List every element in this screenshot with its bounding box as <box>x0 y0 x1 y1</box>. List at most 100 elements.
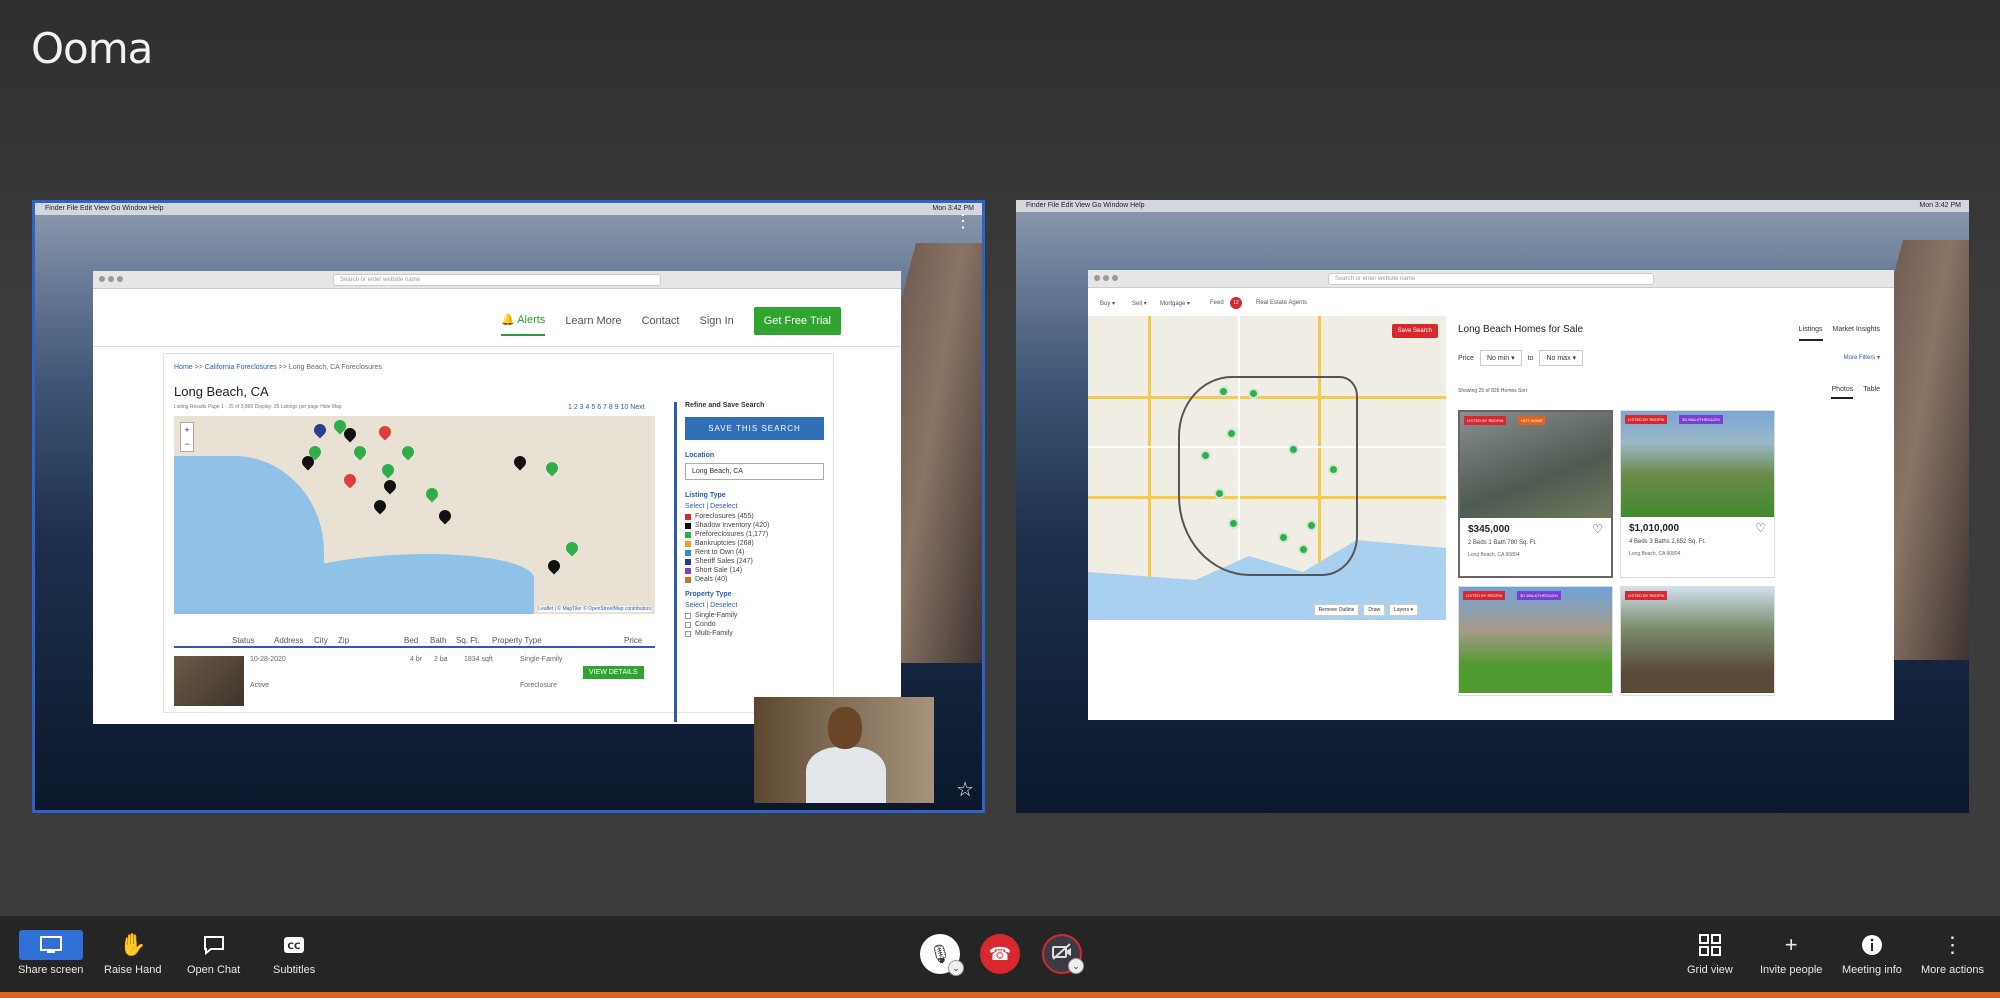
favorite-heart-icon[interactable]: ♡ <box>1755 521 1766 535</box>
checkbox-listing-type[interactable]: Short Sale (14) <box>685 567 824 574</box>
microphone-button[interactable]: 🎙 ⌄ <box>920 934 964 976</box>
open-chat-button[interactable]: Open Chat <box>187 930 240 976</box>
listings-map[interactable]: + − Leaflet | © MapTiler © OpenStreetMap… <box>174 416 655 614</box>
map-cluster[interactable] <box>1288 444 1299 455</box>
map-pin[interactable] <box>381 477 399 495</box>
checkbox-listing-type[interactable]: Sheriff Sales (247) <box>685 558 824 565</box>
checkbox-listing-type[interactable]: Preforeclosures (1,177) <box>685 531 824 538</box>
map-pin[interactable] <box>399 443 417 461</box>
mic-options-chevron-icon[interactable]: ⌄ <box>948 960 964 976</box>
map-zoom-control[interactable]: + − <box>180 422 194 452</box>
map-pin[interactable] <box>423 485 441 503</box>
price-max-select[interactable]: No max ▾ <box>1539 350 1584 366</box>
nav-alerts[interactable]: 🔔 Alerts <box>501 305 546 336</box>
map-pin[interactable] <box>511 453 529 471</box>
map-pin[interactable] <box>371 497 389 515</box>
camera-toggle-button[interactable]: ⌄ <box>1042 934 1084 974</box>
map-pin[interactable] <box>543 459 561 477</box>
nav-buy[interactable]: Buy ▾ <box>1100 300 1115 307</box>
checkbox-listing-type[interactable]: Bankruptcies (268) <box>685 540 824 547</box>
nav-feed[interactable]: Feed <box>1210 300 1224 306</box>
map-cluster[interactable] <box>1218 386 1229 397</box>
checkbox-multi-family[interactable]: Multi-Family <box>685 630 824 637</box>
listing-type-list: Foreclosures (455) Shadow Inventory (420)… <box>685 513 824 583</box>
map-cluster[interactable] <box>1200 450 1211 461</box>
save-search-button[interactable]: SAVE THIS SEARCH <box>685 417 824 440</box>
tab-listings[interactable]: Listings <box>1798 326 1823 341</box>
search-map[interactable]: Save Search Remove Outline Draw Layers ▾ <box>1088 316 1446 620</box>
map-cluster[interactable] <box>1278 532 1289 543</box>
layers-button[interactable]: Layers ▾ <box>1389 604 1418 616</box>
view-details-button[interactable]: VIEW DETAILS <box>583 666 644 679</box>
map-pin[interactable] <box>376 423 394 441</box>
map-cluster[interactable] <box>1298 544 1309 555</box>
checkbox-listing-type[interactable]: Rent to Own (4) <box>685 549 824 556</box>
map-pin[interactable] <box>351 443 369 461</box>
map-pin[interactable] <box>436 507 454 525</box>
subtitles-button[interactable]: CC Subtitles <box>273 930 315 976</box>
map-cluster[interactable] <box>1214 488 1225 499</box>
pagination[interactable]: 1 2 3 4 5 6 7 8 9 10 Next <box>568 404 645 411</box>
nav-mortgage[interactable]: Mortgage ▾ <box>1160 300 1190 307</box>
favorite-heart-icon[interactable]: ♡ <box>1592 522 1603 536</box>
map-pin[interactable] <box>311 421 329 439</box>
listing-card[interactable]: LISTED BY REDFIN HOT HOME $345,000 2 Bed… <box>1458 410 1613 578</box>
meeting-info-button[interactable]: Meeting info <box>1842 930 1902 976</box>
property-type-select-toggle[interactable]: Select | Deselect <box>685 602 824 609</box>
self-view-video[interactable] <box>754 697 934 803</box>
address-bar[interactable]: Search or enter website name <box>1328 273 1654 285</box>
tile-more-icon[interactable]: ⋮ <box>954 212 972 230</box>
meeting-toolbar: Share screen ✋ Raise Hand Open Chat CC S… <box>0 916 2000 998</box>
results-heading: Long Beach Homes for Sale <box>1458 324 1584 335</box>
shared-screen-tile-left[interactable]: Finder File Edit View Go Window Help Mon … <box>32 200 985 813</box>
map-cluster[interactable] <box>1248 388 1259 399</box>
map-pin[interactable] <box>563 539 581 557</box>
phone-hangup-icon: ☎ <box>988 943 1012 964</box>
get-free-trial-button[interactable]: Get Free Trial <box>753 306 841 335</box>
address-bar[interactable]: Search or enter website name <box>333 274 661 286</box>
save-search-button[interactable]: Save Search <box>1391 324 1438 338</box>
checkbox-listing-type[interactable]: Shadow Inventory (420) <box>685 522 824 529</box>
nav-agents[interactable]: Real Estate Agents <box>1256 300 1307 306</box>
listing-type-select-toggle[interactable]: Select | Deselect <box>685 503 824 510</box>
raise-hand-button[interactable]: ✋ Raise Hand <box>104 930 161 976</box>
draw-button[interactable]: Draw <box>1363 604 1386 616</box>
table-row[interactable]: 10-28-2020 Active 4 br 2 ba 1834 sqft Si… <box>174 656 655 716</box>
invite-people-button[interactable]: + Invite people <box>1760 930 1822 976</box>
listing-card[interactable]: LISTED BY REDFIN 3D WALKTHROUGH <box>1458 586 1613 696</box>
nav-contact[interactable]: Contact <box>642 315 680 327</box>
checkbox-listing-type[interactable]: Foreclosures (455) <box>685 513 824 520</box>
price-min-select[interactable]: No min ▾ <box>1479 350 1522 366</box>
map-pin[interactable] <box>341 471 359 489</box>
more-actions-button[interactable]: ⋮ More actions <box>1921 930 1984 976</box>
shared-screen-tile-right[interactable]: Finder File Edit View Go Window Help Mon … <box>1016 200 1969 813</box>
map-cluster[interactable] <box>1226 428 1237 439</box>
map-cluster[interactable] <box>1328 464 1339 475</box>
end-call-button[interactable]: ☎ <box>980 934 1020 974</box>
share-screen-button[interactable]: Share screen <box>18 930 83 976</box>
checkbox-listing-type[interactable]: Deals (40) <box>685 576 824 583</box>
map-pin[interactable] <box>545 557 563 575</box>
listing-card[interactable]: LISTED BY REDFIN 3D WALKTHROUGH $1,010,0… <box>1620 410 1775 578</box>
location-input[interactable]: Long Beach, CA <box>685 463 824 480</box>
listing-card[interactable]: LISTED BY REDFIN <box>1620 586 1775 696</box>
tab-photos[interactable]: Photos <box>1831 386 1854 399</box>
nav-sell[interactable]: Sell ▾ <box>1132 300 1147 307</box>
map-cluster[interactable] <box>1228 518 1239 529</box>
remove-outline-button[interactable]: Remove Outline <box>1313 604 1360 616</box>
nav-sign-in[interactable]: Sign In <box>700 315 734 327</box>
map-pin[interactable] <box>379 461 397 479</box>
camera-options-chevron-icon[interactable]: ⌄ <box>1068 958 1084 974</box>
map-cluster[interactable] <box>1306 520 1317 531</box>
checkbox-condo[interactable]: Condo <box>685 621 824 628</box>
nav-learn-more[interactable]: Learn More <box>565 315 621 327</box>
listing-thumbnail[interactable] <box>174 656 244 706</box>
more-filters-button[interactable]: More Filters ▾ <box>1844 354 1880 361</box>
checkbox-single-family[interactable]: Single-Family <box>685 612 824 619</box>
tab-table[interactable]: Table <box>1863 386 1880 399</box>
grid-view-button[interactable]: Grid view <box>1687 930 1733 976</box>
tab-market-insights[interactable]: Market Insights <box>1833 326 1880 341</box>
star-icon[interactable]: ☆ <box>956 777 974 802</box>
listing-meta: Listing Results Page 1 - 25 of 3,899 Dis… <box>174 404 342 410</box>
map-attribution[interactable]: Leaflet | © MapTiler © OpenStreetMap con… <box>538 606 651 612</box>
